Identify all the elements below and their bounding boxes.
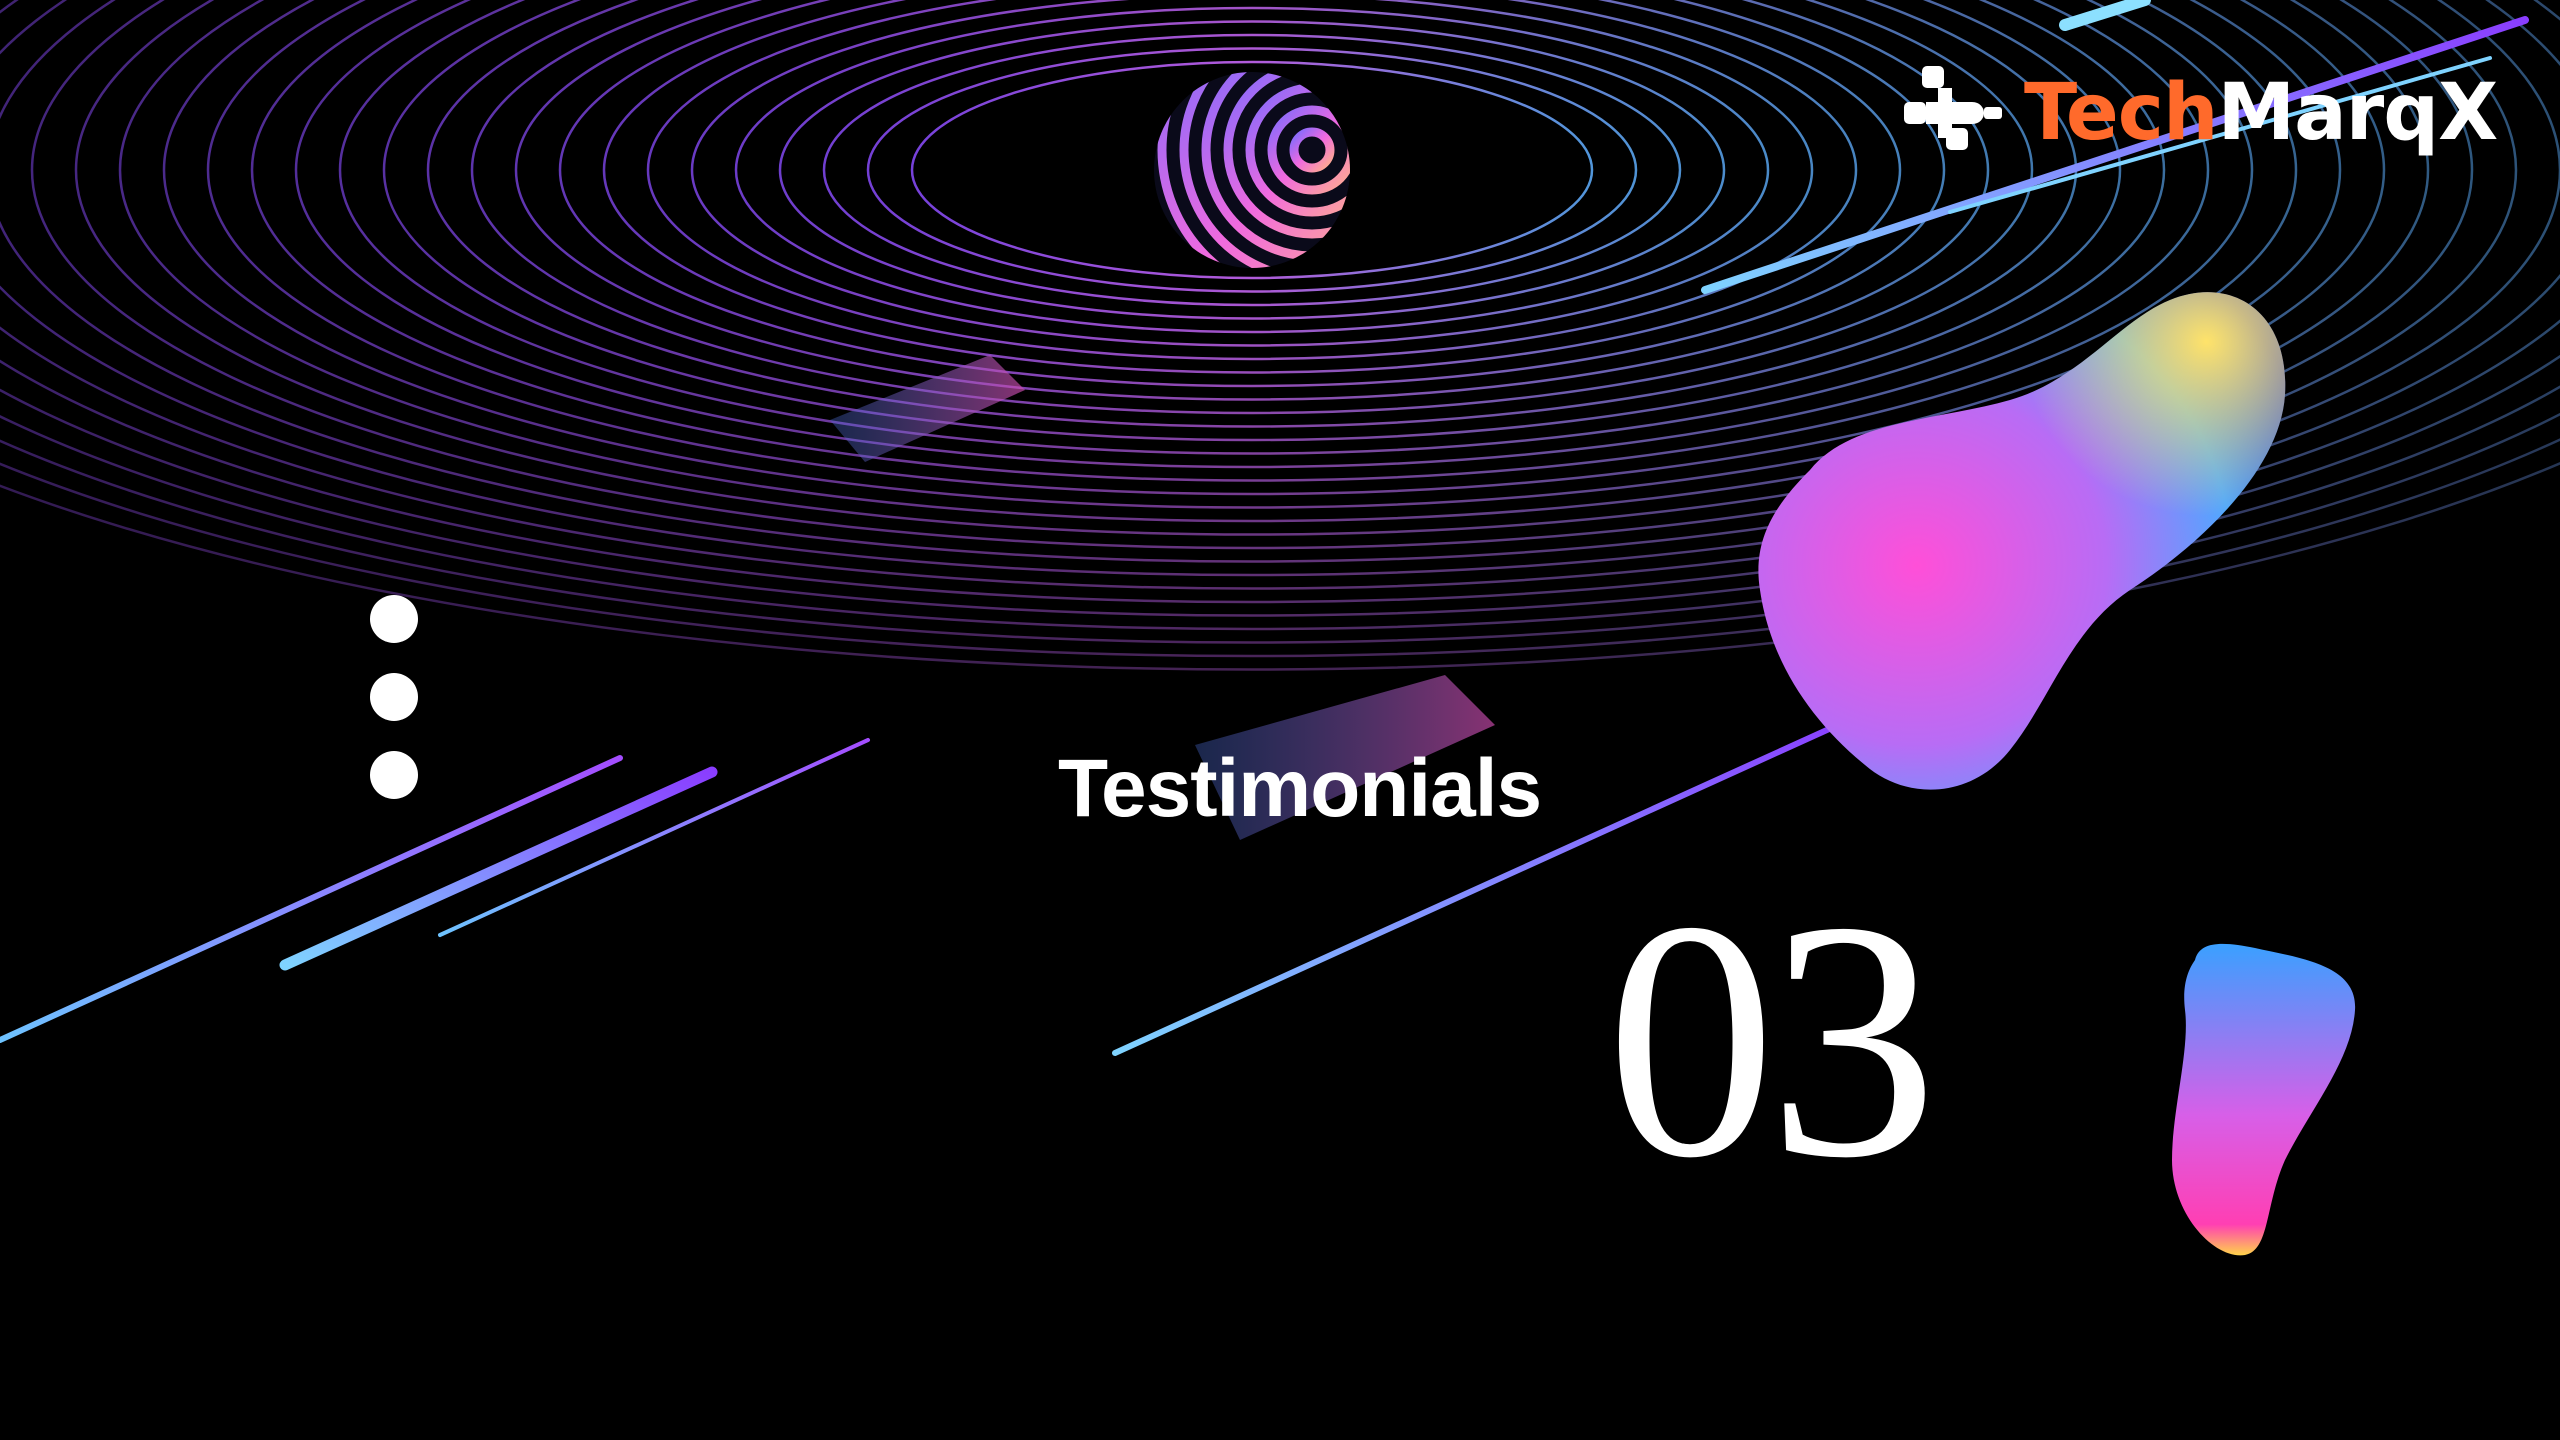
dot-icon — [370, 751, 418, 799]
brand-wordmark: TechMarqX — [2024, 74, 2498, 152]
section-title: Testimonials — [1058, 743, 1542, 834]
brand-logo: TechMarqX — [1900, 48, 2498, 178]
brand-name-part1: Tech — [2024, 68, 2219, 158]
dot-icon — [370, 673, 418, 721]
liquid-blob-large — [1758, 292, 2286, 790]
glass-rect-top — [830, 355, 1025, 462]
logo-mark-icon — [1904, 66, 2002, 150]
liquid-blob-small — [2172, 943, 2356, 1256]
section-number: 03 — [1606, 851, 1938, 1228]
dot-icon — [370, 595, 418, 643]
brand-name-part2: MarqX — [2217, 68, 2499, 158]
three-dots-decoration — [370, 595, 420, 805]
